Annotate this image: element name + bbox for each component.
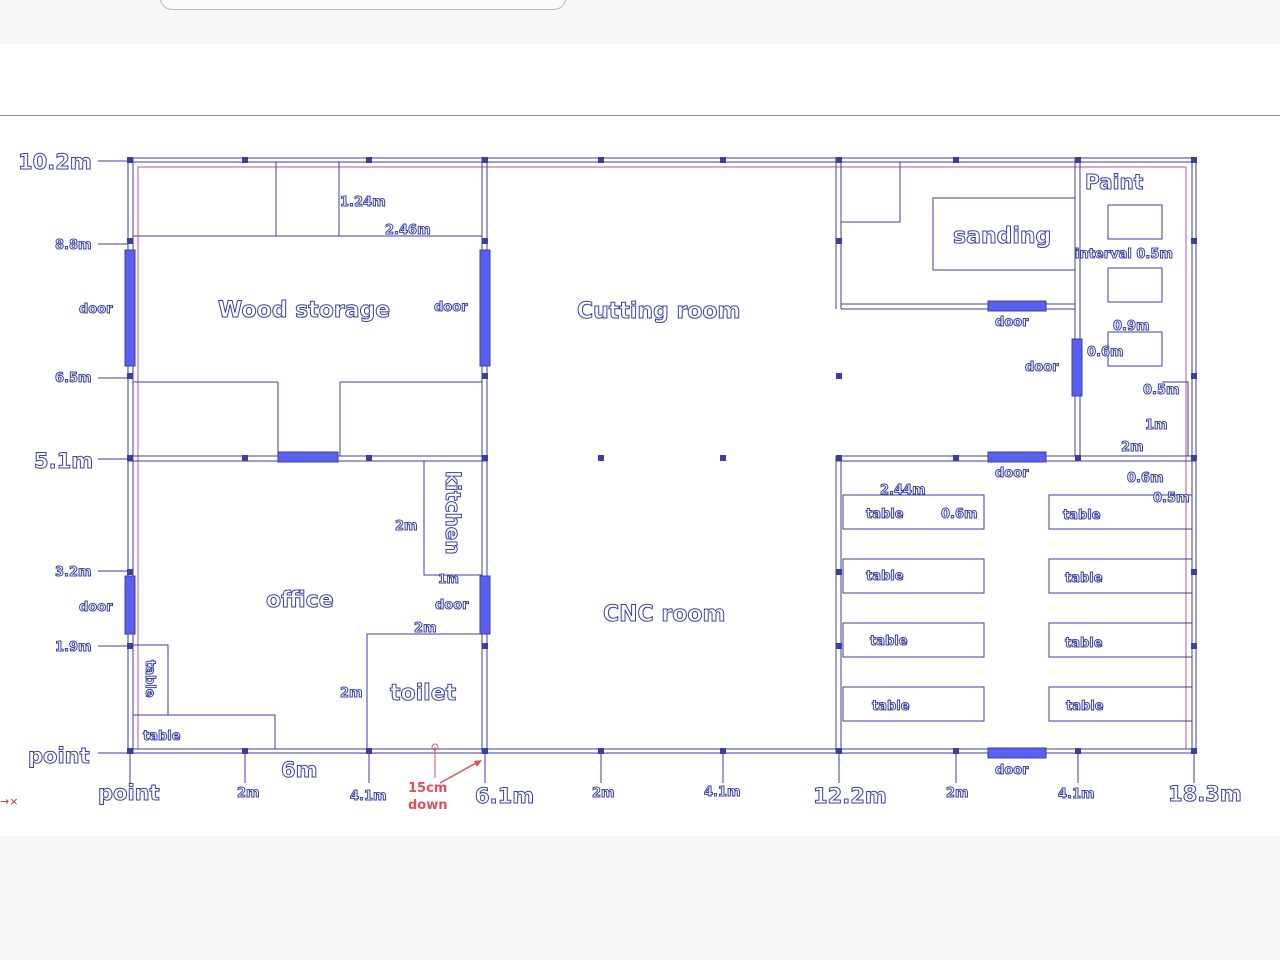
axis-bottom-label: 6m xyxy=(281,758,318,782)
axis-ticks xyxy=(98,160,1195,783)
axis-left-label: 6.5m xyxy=(55,371,92,386)
axis-bottom-label: 18.3m xyxy=(1168,782,1242,806)
search-field[interactable] xyxy=(160,0,566,10)
door-wood-storage-south xyxy=(277,451,339,463)
room-office: office xyxy=(266,588,334,613)
dim-label: interval 0.5m xyxy=(1075,247,1173,262)
dimension-labels: 1.24m 2.46m 2m 1m 2m 2m 2.44m 0.6m inter… xyxy=(340,195,1191,702)
dim-label: 1m xyxy=(438,572,459,586)
axis-bottom-label: 4.1m xyxy=(704,785,741,800)
table-label: table xyxy=(1065,636,1103,651)
door-label: door xyxy=(995,466,1029,481)
table-label: table xyxy=(1066,699,1104,714)
dim-label: 2m xyxy=(395,519,418,534)
table-label: table xyxy=(872,699,910,714)
axis-left-label: point xyxy=(28,744,90,768)
door-wood-storage-west xyxy=(124,249,136,367)
dim-label: 2m xyxy=(340,686,363,701)
annotation-line2: down xyxy=(408,798,448,813)
room-paint: Paint xyxy=(1085,170,1144,194)
door-cnc-south xyxy=(987,747,1047,759)
bottom-axis-labels: point 2m 6m 4.1m 6.1m 2m 4.1m 12.2m 2m 4… xyxy=(98,758,1243,809)
doors xyxy=(124,249,1083,759)
dim-label: 0.9m xyxy=(1113,319,1150,334)
door-office-east xyxy=(479,575,491,635)
axis-bottom-label: 2m xyxy=(946,786,969,801)
axis-bottom-label: 4.1m xyxy=(350,789,387,804)
table-label: table xyxy=(143,729,181,744)
room-cutting: Cutting room xyxy=(577,299,740,324)
dim-label: 1.24m xyxy=(340,195,386,210)
axis-left-label: 5.1m xyxy=(34,449,93,473)
column-dots xyxy=(599,455,726,460)
left-axis-labels: 10.2m 8.8m 6.5m 5.1m 3.2m 1.9m point xyxy=(18,150,94,769)
drawing-canvas[interactable]: 15cm down Wood storage Cutting room CNC … xyxy=(0,116,1280,836)
door-label: door xyxy=(995,315,1029,330)
table-label: table xyxy=(1065,571,1103,586)
dim-label: 0.5m xyxy=(1143,383,1180,398)
dim-label: 2m xyxy=(414,621,437,636)
door-office-west xyxy=(124,575,136,635)
table-label: table xyxy=(866,507,904,522)
axis-left-label: 3.2m xyxy=(55,565,92,580)
table-label: table xyxy=(870,634,908,649)
room-toilet: toilet xyxy=(390,681,457,706)
table-label: table xyxy=(866,569,904,584)
axis-bottom-label: 12.2m xyxy=(813,784,887,808)
door-labels: door door door door door door door door xyxy=(79,300,1060,779)
dim-label: 2.46m xyxy=(385,223,431,238)
dim-label: 0.5m xyxy=(1153,491,1190,506)
dim-label: 2.44m xyxy=(880,483,926,498)
axis-bottom-label: 2m xyxy=(237,786,260,801)
dim-label: 0.6m xyxy=(941,507,978,522)
door-label: door xyxy=(435,598,469,613)
level-annotation: 15cm down xyxy=(408,743,482,813)
door-label: door xyxy=(434,300,468,315)
room-wood-storage: Wood storage xyxy=(218,298,390,323)
axis-bottom-label: 6.1m xyxy=(475,784,534,808)
axis-bottom-label: point xyxy=(98,781,160,805)
room-cnc: CNC room xyxy=(603,602,725,627)
dim-label: 2m xyxy=(1121,440,1144,455)
axis-bottom-label: 4.1m xyxy=(1058,787,1095,802)
door-label: door xyxy=(1025,360,1059,375)
top-toolbar xyxy=(0,0,1280,44)
table-label: table xyxy=(142,660,157,698)
axis-left-label: 10.2m xyxy=(18,150,92,174)
secondary-toolbar xyxy=(0,44,1280,116)
dim-label: 0.6m xyxy=(1127,471,1164,486)
door-paint xyxy=(1071,338,1083,397)
room-kitchen: kitchen xyxy=(441,471,465,555)
axis-bottom-label: 2m xyxy=(592,786,615,801)
door-label: door xyxy=(79,600,113,615)
axis-left-label: 1.9m xyxy=(55,640,92,655)
door-sanding xyxy=(987,300,1047,312)
door-label: door xyxy=(995,763,1029,778)
door-wood-storage-east xyxy=(479,249,491,367)
dim-label: 0.6m xyxy=(1087,345,1124,360)
annotation-line1: 15cm xyxy=(408,781,447,796)
door-cnc-north xyxy=(987,451,1047,463)
dim-label: 1m xyxy=(1145,418,1168,433)
door-label: door xyxy=(79,302,113,317)
axis-left-label: 8.8m xyxy=(55,238,92,253)
room-labels: Wood storage Cutting room CNC room offic… xyxy=(218,170,1145,707)
table-label: table xyxy=(1063,508,1101,523)
floor-plan: 15cm down Wood storage Cutting room CNC … xyxy=(0,150,1243,814)
room-sanding: sanding xyxy=(953,224,1051,249)
status-area xyxy=(0,836,1280,960)
origin-marker: →× xyxy=(0,795,18,808)
